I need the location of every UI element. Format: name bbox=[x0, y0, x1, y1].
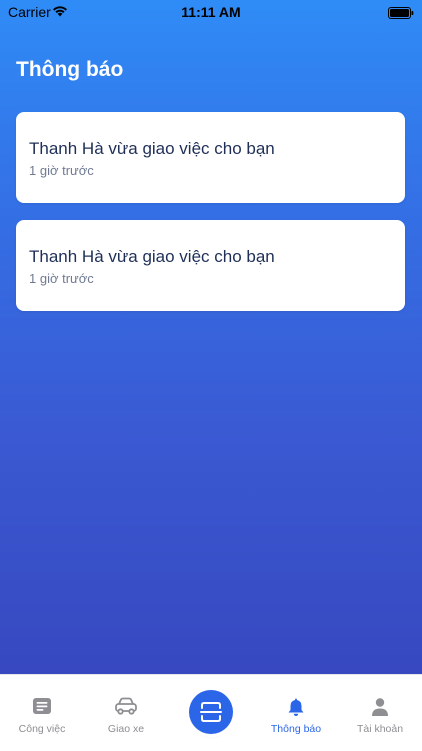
tab-giao-xe[interactable]: Giao xe bbox=[84, 675, 168, 751]
scan-button[interactable] bbox=[189, 690, 233, 734]
battery-icon bbox=[388, 6, 414, 22]
tab-tai-khoan[interactable]: Tài khoản bbox=[338, 675, 422, 751]
bell-icon bbox=[286, 697, 306, 722]
tab-label: Công việc bbox=[18, 723, 66, 735]
scan-icon bbox=[200, 702, 222, 722]
notification-time: 1 giờ trước bbox=[29, 271, 94, 286]
tab-label: Tài khoản bbox=[356, 723, 404, 735]
status-time: 11:11 AM bbox=[181, 4, 241, 20]
car-icon bbox=[114, 697, 138, 720]
notifications-screen: Carrier 11:11 AM Thông báo Thanh Hà vừa … bbox=[0, 0, 422, 674]
tab-thong-bao[interactable]: Thông báo bbox=[254, 675, 338, 751]
notification-card[interactable]: Thanh Hà vừa giao việc cho bạn 1 giờ trư… bbox=[16, 220, 405, 311]
notification-message: Thanh Hà vừa giao việc cho bạn bbox=[29, 139, 275, 158]
notification-card[interactable]: Thanh Hà vừa giao việc cho bạn 1 giờ trư… bbox=[16, 112, 405, 203]
tab-label: Thông báo bbox=[270, 723, 322, 735]
tab-cong-viec[interactable]: Công việc bbox=[0, 675, 84, 751]
notification-time: 1 giờ trước bbox=[29, 163, 94, 178]
notification-message: Thanh Hà vừa giao việc cho bạn bbox=[29, 247, 275, 266]
tasks-icon bbox=[32, 697, 52, 720]
user-icon bbox=[370, 697, 390, 722]
tab-label: Giao xe bbox=[107, 723, 145, 735]
status-bar: Carrier 11:11 AM bbox=[0, 0, 422, 24]
page-title: Thông báo bbox=[16, 58, 124, 81]
